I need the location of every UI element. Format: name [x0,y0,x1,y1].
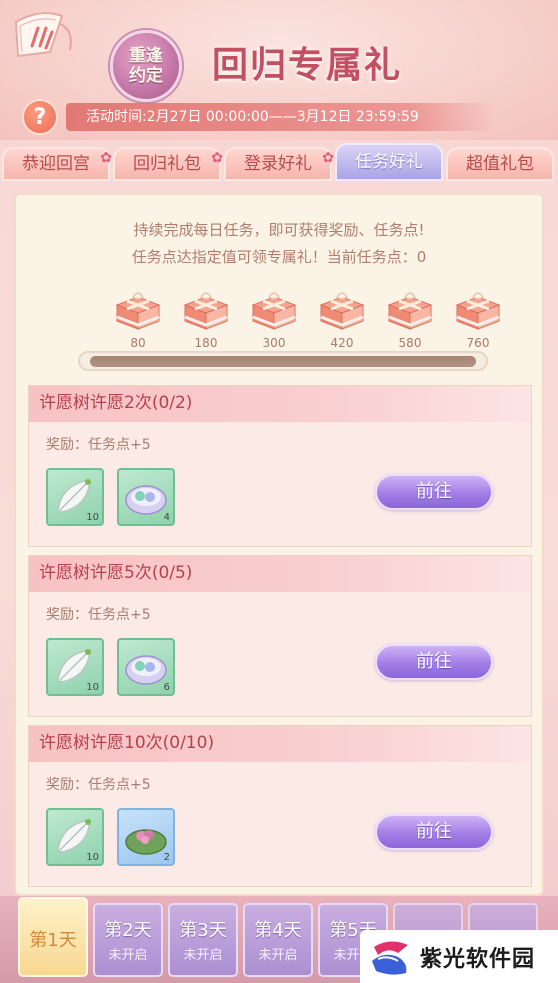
day-status: 未开启 [108,948,148,963]
task-title: 许愿树许愿2次(0/2) [29,386,531,422]
tab-label: 回归礼包 [133,154,201,174]
task-title: 许愿树许愿5次(0/5) [29,556,531,592]
task-reward: 奖励：任务点+5 [46,777,151,793]
go-button[interactable]: 前往 [375,474,493,510]
intro-text: 持续完成每日任务，即可获得奖励、任务点! 任务点达指定值可领专属礼！当前任务点：… [16,217,542,271]
gift-box-icon [319,292,365,330]
task-title: 许愿树许愿10次(0/10) [29,726,531,762]
go-button[interactable]: 前往 [375,644,493,680]
day-label: 第4天 [254,920,302,941]
milestone-gift[interactable]: 180 [178,287,234,352]
red-dot-icon: ✿ [100,150,112,166]
reward-item[interactable]: 4 [117,468,175,526]
red-dot-icon: ✿ [211,150,223,166]
help-button[interactable]: ? [22,99,58,135]
tab-label: 登录好礼 [244,154,312,174]
milestone-gift[interactable]: 420 [314,287,370,352]
reward-item[interactable]: 6 [117,638,175,696]
task-reward: 奖励：任务点+5 [46,607,151,623]
reward-item[interactable]: 10 [46,638,104,696]
item-count: 2 [163,852,170,863]
tab-welcome[interactable]: 恭迎回宫 ✿ [2,147,112,181]
day-status: 未开启 [183,948,223,963]
gift-box-icon [183,292,229,330]
milestone-gift[interactable]: 80 [110,287,166,352]
milestone-gift[interactable]: 580 [382,287,438,352]
milestone-points: 420 [330,336,354,350]
red-dot-icon: ✿ [322,150,334,166]
event-seal-badge: 重逢约定 [110,30,182,102]
day-tab-1[interactable]: 第1天 [18,897,88,977]
item-count: 10 [86,852,99,863]
milestone-points: 180 [194,336,218,350]
task-card: 许愿树许愿2次(0/2) 奖励：任务点+5 10 4 前往 [28,385,532,547]
header: 重逢约定 回归专属礼 ? 活动时间:2月27日 00:00:00——3月12日 … [0,0,558,140]
milestone-points: 80 [130,336,146,350]
task-point-progress-bar [78,351,488,371]
tab-label: 任务好礼 [355,152,423,172]
gift-box-icon [455,292,501,330]
day-label: 第1天 [29,930,77,951]
intro-line-1: 持续完成每日任务，即可获得奖励、任务点! [133,221,425,239]
task-panel: 持续完成每日任务，即可获得奖励、任务点! 任务点达指定值可领专属礼！当前任务点：… [14,193,544,896]
milestone-points: 760 [466,336,490,350]
gift-box-icon [387,292,433,330]
seal-text: 重逢约定 [129,46,163,86]
tab-label: 超值礼包 [466,154,534,174]
tab-value-pack[interactable]: 超值礼包 [446,147,554,181]
page-title: 回归专属礼 [212,44,403,86]
milestone-gift[interactable]: 300 [246,287,302,352]
reward-item[interactable]: 10 [46,808,104,866]
day-tab-2[interactable]: 第2天 未开启 [93,903,163,977]
gift-box-icon [115,292,161,330]
watermark: 紫光软件园 [360,930,558,983]
intro-line-2: 任务点达指定值可领专属礼！当前任务点：0 [131,248,427,266]
tab-return-pack[interactable]: 回归礼包 ✿ [113,147,223,181]
tab-label: 恭迎回宫 [22,154,90,174]
day-label: 第3天 [179,920,227,941]
task-card: 许愿树许愿5次(0/5) 奖励：任务点+5 10 6 前往 [28,555,532,717]
task-card: 许愿树许愿10次(0/10) 奖励：任务点+5 10 2 前往 [28,725,532,887]
day-tab-3[interactable]: 第3天 未开启 [168,903,238,977]
item-count: 4 [163,512,170,523]
day-status: 未开启 [258,948,298,963]
day-label: 第2天 [104,920,152,941]
milestone-gift[interactable]: 760 [450,287,506,352]
milestone-points: 580 [398,336,422,350]
gift-box-icon [251,292,297,330]
day-tab-4[interactable]: 第4天 未开启 [243,903,313,977]
fan-back-icon[interactable] [10,6,82,66]
item-count: 10 [86,682,99,693]
reward-item[interactable]: 10 [46,468,104,526]
item-count: 10 [86,512,99,523]
progress-track [90,356,476,367]
go-button[interactable]: 前往 [375,814,493,850]
reward-item[interactable]: 2 [117,808,175,866]
watermark-text: 紫光软件园 [420,946,536,972]
milestone-rewards: 80 180 300 420 580 760 [110,287,510,352]
ziguang-logo-icon [372,940,408,975]
item-count: 6 [163,682,170,693]
tab-login-gift[interactable]: 登录好礼 ✿ [224,147,334,181]
task-reward: 奖励：任务点+5 [46,437,151,453]
activity-time: 活动时间:2月27日 00:00:00——3月12日 23:59:59 [66,103,496,131]
milestone-points: 300 [262,336,286,350]
tab-bar: 恭迎回宫 ✿ 回归礼包 ✿ 登录好礼 ✿ 任务好礼 超值礼包 [0,143,558,183]
tab-task-gift[interactable]: 任务好礼 [335,143,443,181]
